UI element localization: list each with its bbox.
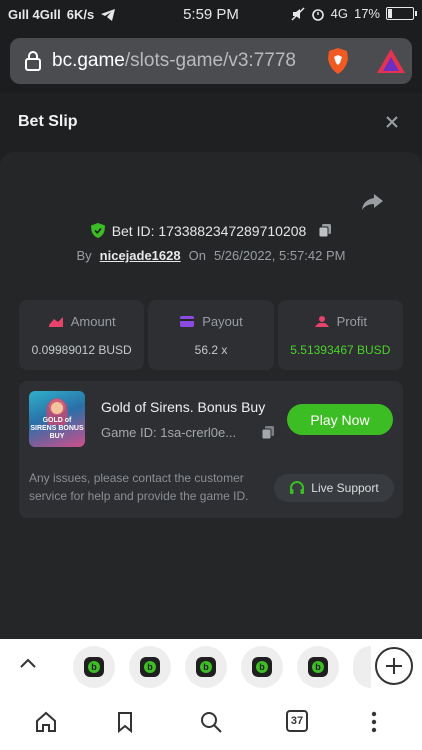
copy-icon[interactable] [318,223,332,238]
headset-icon [290,481,305,494]
payout-icon [180,316,195,327]
username-link[interactable]: nicejade1628 [100,248,181,263]
open-tab[interactable]: b [185,646,227,688]
game-id: Game ID: 1sa-crerl0e... [101,425,237,440]
battery-icon [386,7,417,20]
favicon-mark: b [312,661,324,673]
stat-profit-head: Profit [278,314,403,329]
close-button[interactable] [382,112,402,132]
bet-slip-panel: Bet ID: 1733882347289710208 By nicejade1… [0,152,422,639]
by-label: By [76,248,92,263]
favicon-mark: b [88,661,100,673]
bet-slip-header: Bet Slip [0,94,422,152]
bcgame-favicon-icon: b [196,657,216,677]
game-card: GOLD of SIRENS BONUS BUY Gold of Sirens.… [19,381,403,518]
favicon-mark: b [144,661,156,673]
url-domain: bc.game [52,50,125,71]
close-icon[interactable] [382,112,402,132]
game-thumbnail[interactable]: GOLD of SIRENS BONUS BUY [29,391,85,447]
game-name: Gold of Sirens. Bonus Buy [101,399,266,415]
mute-icon [291,6,305,21]
profit-icon [314,316,329,327]
brave-rewards-icon[interactable] [376,48,406,74]
stat-profit-label: Profit [336,314,367,329]
stat-profit-value: 5.51393467 BUSD [290,343,391,357]
stat-payout: Payout 56.2 x [148,300,274,370]
bet-slip-title: Bet Slip [18,113,78,130]
search-icon[interactable] [199,710,223,734]
stat-profit: Profit 5.51393467 BUSD [277,300,403,370]
favicon-mark: b [256,661,268,673]
brave-shield-icon[interactable] [326,47,350,75]
battery-percent: 17% [353,6,380,21]
amount-icon [48,317,63,327]
url-text[interactable]: bc.game/slots-game/v3:7778 [52,50,310,72]
tab-strip: b b b b b [0,639,422,693]
stat-amount-value: 0.09989012 BUSD [31,343,132,357]
more-menu-icon[interactable] [362,710,386,734]
favicon-mark: b [200,661,212,673]
stat-payout-head: Payout [148,314,273,329]
browser-nav-bar: 37 [0,693,422,750]
play-now-button[interactable]: Play Now [287,404,393,435]
battery-fill [388,9,393,18]
lock-icon[interactable] [24,50,42,72]
alarm-icon [311,8,324,21]
url-bar[interactable]: bc.game/slots-game/v3:7778 [10,38,412,84]
stat-amount: Amount 0.09989012 BUSD [19,300,145,370]
bet-id-row: Bet ID: 1733882347289710208 [0,222,422,239]
support-notice: Any issues, please contact the customer … [29,471,249,503]
home-icon[interactable] [34,710,58,734]
bet-id: Bet ID: 1733882347289710208 [111,222,307,239]
url-path: /slots-game/v3:7778 [124,50,296,71]
live-support-button[interactable]: Live Support [274,474,394,502]
page-content: Bet Slip Bet ID: 1733882347289710208 By … [0,94,422,639]
game-thumbnail-title: GOLD of SIRENS BONUS BUY [30,417,84,440]
bcgame-favicon-icon: b [140,657,160,677]
bcgame-favicon-icon: b [84,657,104,677]
bookmark-icon[interactable] [113,710,137,734]
bcgame-favicon-icon: b [308,657,328,677]
bet-datetime: 5/26/2022, 5:57:42 PM [213,248,346,263]
new-tab-button[interactable] [375,647,413,685]
copy-game-id-icon[interactable] [261,425,275,440]
on-label: On [188,248,206,263]
stat-amount-label: Amount [70,314,116,329]
open-tab[interactable]: b [73,646,115,688]
live-support-label: Live Support [311,481,379,495]
open-tab[interactable]: b [297,646,339,688]
status-right: 4G 17% [291,6,417,21]
bcgame-favicon-icon: b [252,657,272,677]
share-icon[interactable] [360,192,384,212]
stat-amount-head: Amount [19,314,144,329]
stat-payout-label: Payout [202,314,243,329]
bet-meta-row: By nicejade1628 On 5/26/2022, 5:57:42 PM [0,248,422,263]
bet-stats: Amount 0.09989012 BUSD Payout 56.2 x Pro… [19,300,403,370]
open-tab[interactable]: b [241,646,283,688]
verified-shield-icon [90,223,105,238]
tabs-count-button[interactable]: 37 [286,710,308,732]
stat-payout-value: 56.2 x [194,343,228,357]
network-type: 4G [330,6,348,21]
status-bar: Gıll 4Gıll 6K/s 5:59 PM 4G 17% [0,0,422,30]
plus-icon [386,658,402,674]
open-tab-partial[interactable] [353,646,371,688]
open-tab[interactable]: b [129,646,171,688]
chevron-up-icon[interactable] [18,656,38,670]
